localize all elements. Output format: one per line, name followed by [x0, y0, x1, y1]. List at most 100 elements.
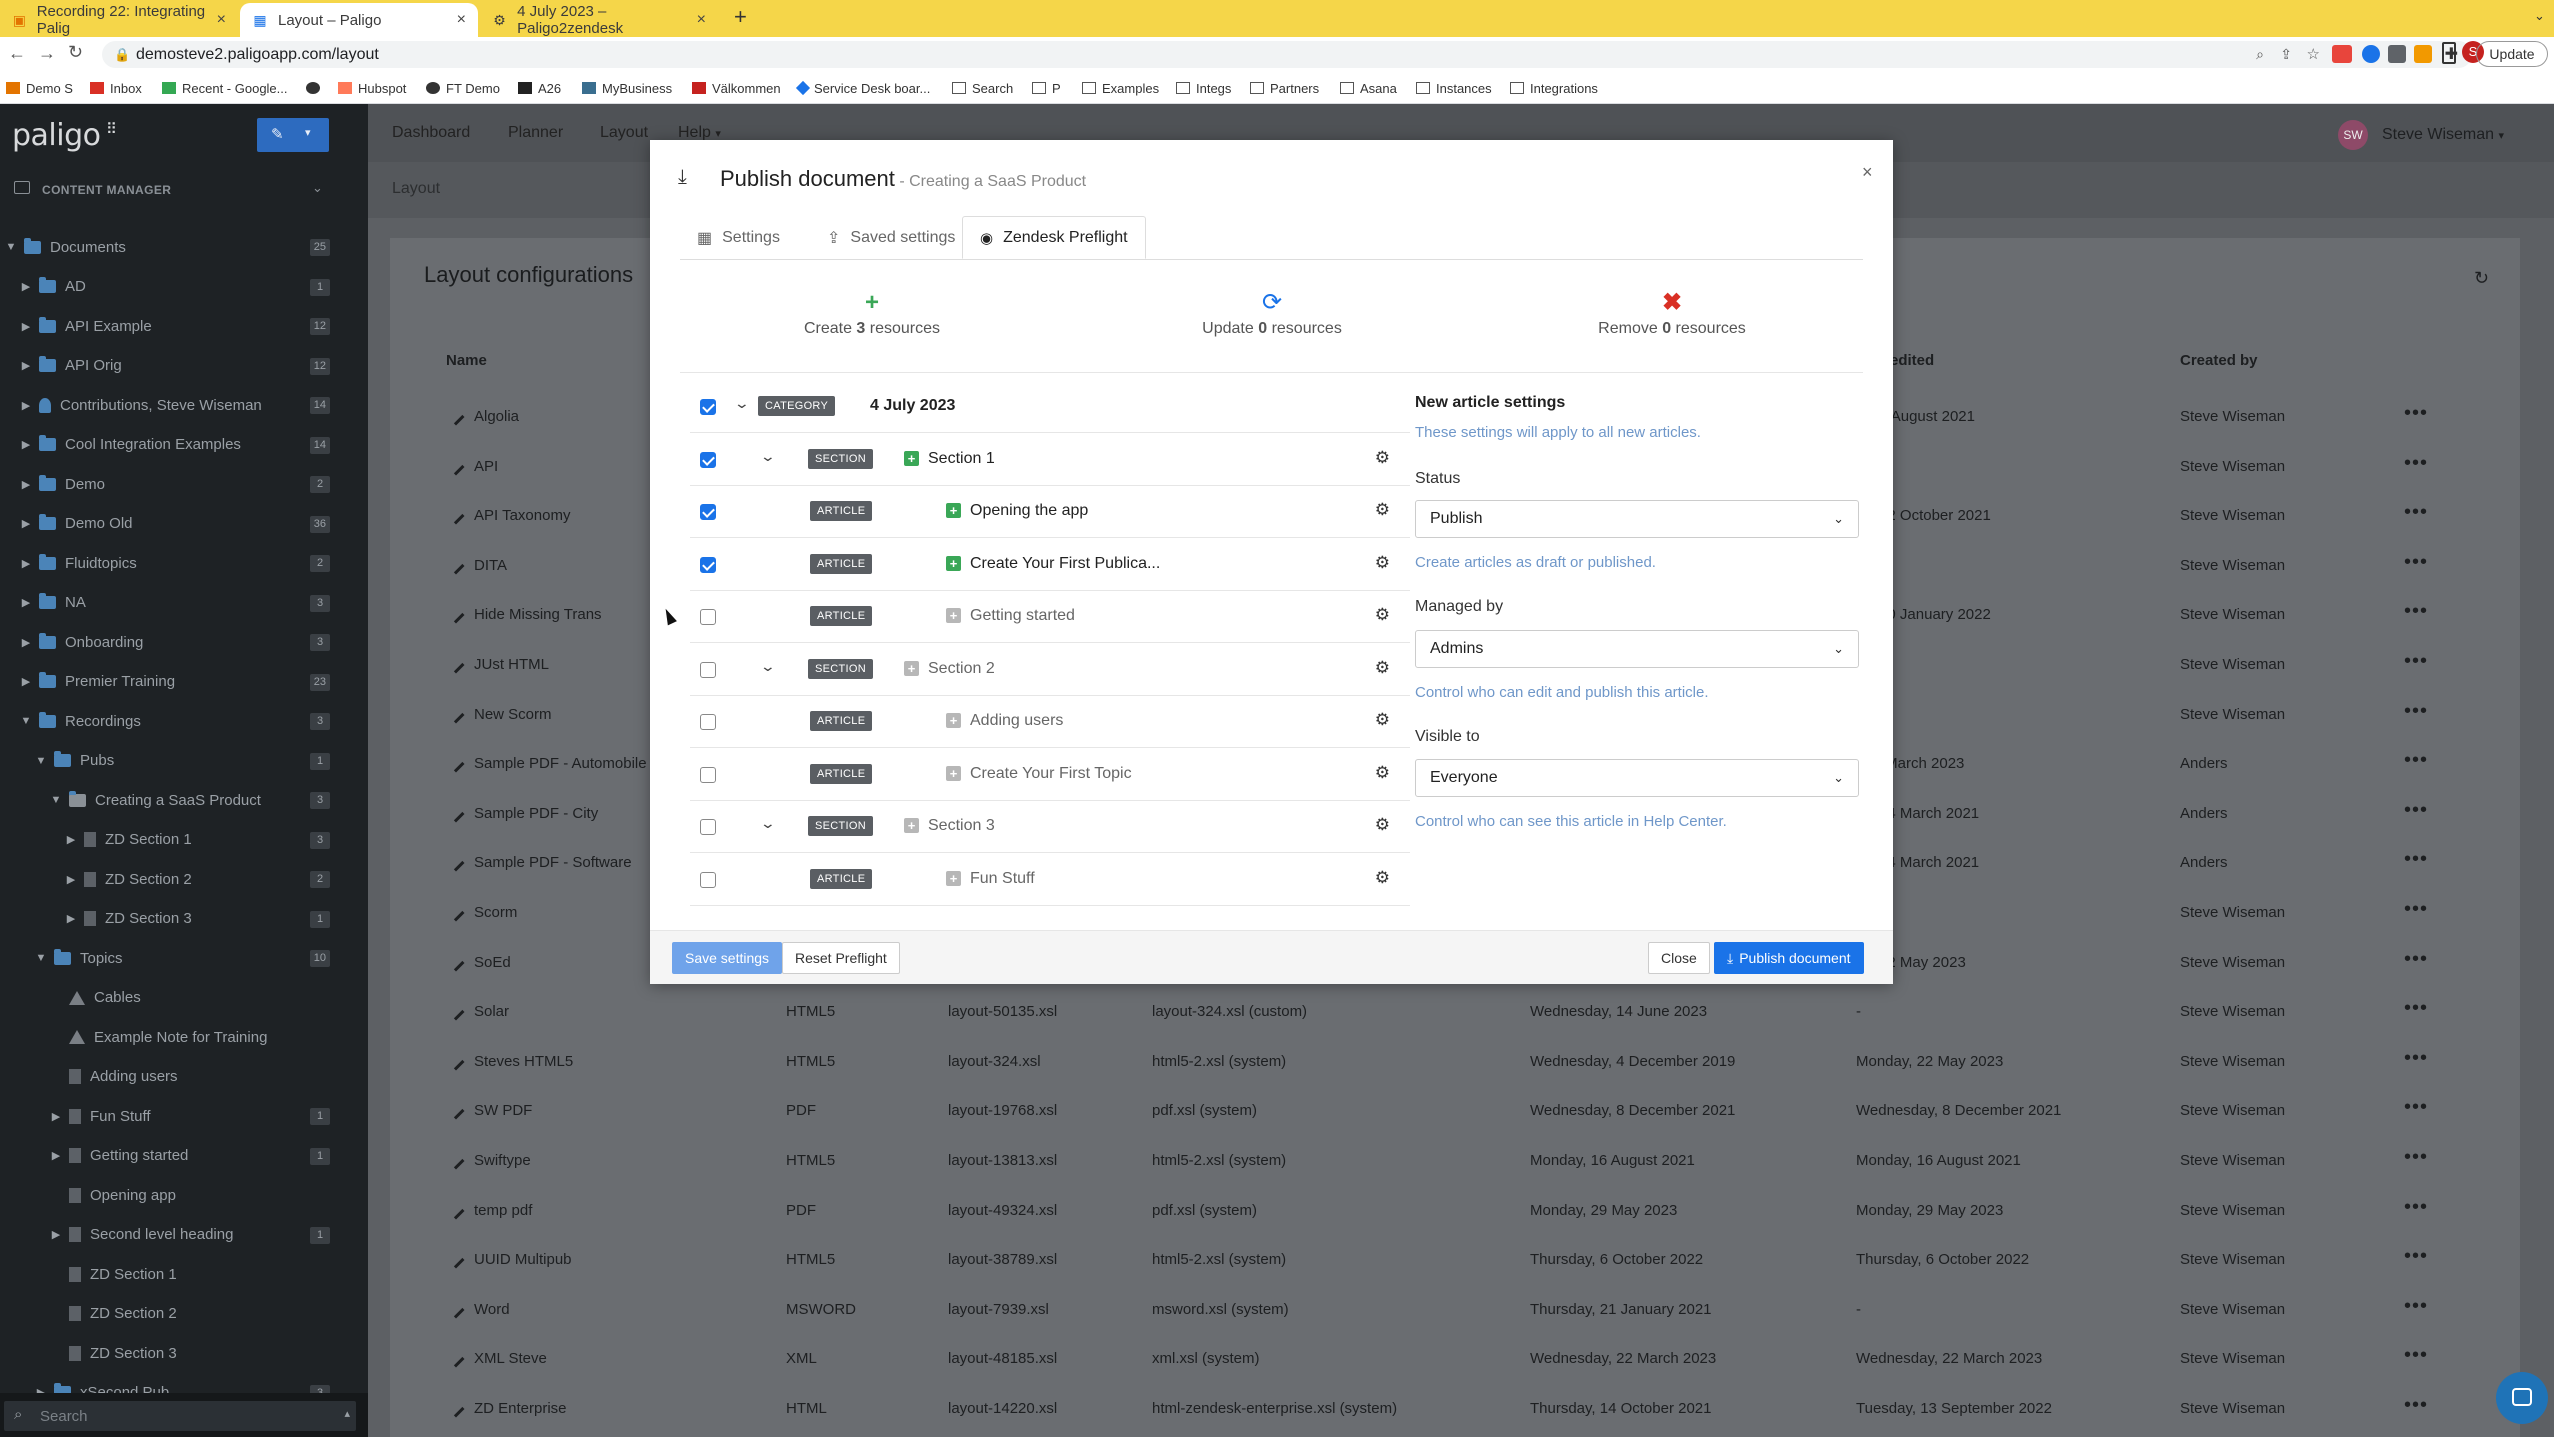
row-actions-icon[interactable]: •••	[2404, 898, 2428, 921]
layout-name[interactable]: Sample PDF - Automobile	[474, 755, 647, 772]
row-checkbox[interactable]	[700, 661, 716, 678]
row-edit[interactable]	[447, 1400, 474, 1419]
chevron-down-icon[interactable]: ⌄	[760, 815, 776, 832]
row-checkbox[interactable]	[700, 504, 716, 520]
layout-name[interactable]: Word	[474, 1301, 510, 1318]
layout-name[interactable]: SoEd	[474, 954, 511, 971]
expand-down-icon[interactable]: ▼	[4, 241, 18, 253]
edit-icon[interactable]	[447, 606, 465, 624]
row-actions-icon[interactable]: •••	[2404, 700, 2428, 723]
row-edit[interactable]	[447, 606, 474, 625]
expand-right-icon[interactable]: ▶	[19, 478, 33, 491]
layout-name[interactable]: UUID Multipub	[474, 1251, 572, 1268]
row-actions-icon[interactable]: •••	[2404, 997, 2428, 1020]
edit-icon[interactable]	[447, 1102, 465, 1120]
edit-icon[interactable]	[447, 1053, 465, 1071]
layout-name[interactable]: JUst HTML	[474, 656, 549, 673]
user-menu[interactable]: Steve Wiseman ▾	[2382, 126, 2504, 144]
paligo-logo[interactable]: paligo	[12, 118, 101, 153]
expand-right-icon[interactable]: ▶	[49, 1228, 63, 1241]
row-edit[interactable]	[447, 1251, 474, 1270]
gear-icon[interactable]: ⚙	[1375, 658, 1390, 678]
bookmark-folder[interactable]: P	[1032, 78, 1061, 98]
row-checkbox[interactable]	[700, 871, 716, 888]
sidebar-item[interactable]: Adding users	[0, 1058, 368, 1096]
status-select[interactable]: Publish ⌄	[1415, 500, 1859, 538]
expand-right-icon[interactable]: ▶	[19, 636, 33, 649]
edit-icon[interactable]	[447, 1003, 465, 1021]
row-edit[interactable]	[447, 706, 474, 725]
chevron-up-icon[interactable]: ▴	[344, 1407, 350, 1420]
edit-icon[interactable]	[447, 458, 465, 476]
sidebar-item[interactable]: ▶ API Example 12	[0, 307, 368, 345]
row-actions-icon[interactable]: •••	[2404, 948, 2428, 971]
row-checkbox[interactable]	[700, 399, 716, 415]
forward-icon[interactable]: →	[38, 43, 56, 64]
expand-down-icon[interactable]: ▼	[19, 715, 33, 727]
update-button[interactable]: Update	[2476, 41, 2548, 67]
sidepanel-icon[interactable]	[2442, 42, 2456, 64]
row-actions-icon[interactable]: •••	[2404, 600, 2428, 623]
edit-icon[interactable]	[447, 1350, 465, 1368]
layout-name[interactable]: ZD Enterprise	[474, 1400, 567, 1417]
row-checkbox[interactable]	[700, 609, 716, 625]
expand-right-icon[interactable]: ▶	[19, 557, 33, 570]
browser-tab[interactable]: ⚙ 4 July 2023 – Paligo2zendesk ×	[480, 3, 718, 37]
bookmark-folder[interactable]: Partners	[1250, 78, 1319, 98]
row-edit[interactable]	[447, 1053, 474, 1072]
url-input[interactable]: 🔒 demosteve2.paligoapp.com/layout ⌕ ⇪ ☆ …	[102, 41, 2472, 68]
create-button[interactable]: ✎ ▾	[257, 118, 329, 152]
tab-zendesk-preflight[interactable]: ◉ Zendesk Preflight	[962, 216, 1146, 259]
close-button[interactable]: Close	[1648, 942, 1710, 974]
save-settings-button[interactable]: Save settings	[672, 942, 783, 974]
row-actions-icon[interactable]: •••	[2404, 1344, 2428, 1367]
layout-name[interactable]: New Scorm	[474, 706, 552, 723]
layout-name[interactable]: Algolia	[474, 408, 519, 425]
reload-icon[interactable]: ↻	[68, 42, 83, 63]
sidebar-item[interactable]: ▶ Contributions, Steve Wiseman 14	[0, 386, 368, 424]
sidebar-item[interactable]: ▼ Recordings 3	[0, 702, 368, 740]
expand-right-icon[interactable]: ▶	[64, 912, 78, 925]
sidebar-item[interactable]: ▶ ZD Section 2 2	[0, 860, 368, 898]
row-edit[interactable]	[447, 1301, 474, 1320]
sidebar-item[interactable]: ▶ Getting started 1	[0, 1137, 368, 1175]
extension-icon[interactable]	[2414, 45, 2432, 63]
edit-icon[interactable]	[447, 1152, 465, 1170]
new-tab-button[interactable]: +	[734, 4, 747, 30]
expand-right-icon[interactable]: ▶	[19, 517, 33, 530]
visible-to-select[interactable]: Everyone ⌄	[1415, 759, 1859, 797]
row-edit[interactable]	[447, 507, 474, 526]
sidebar-item[interactable]: ▼ Documents 25	[0, 228, 368, 266]
tab-saved-settings[interactable]: ⇪ Saved settings	[810, 216, 972, 259]
bookmark-folder[interactable]: Examples	[1082, 78, 1159, 98]
gear-icon[interactable]: ⚙	[1375, 710, 1390, 730]
row-checkbox[interactable]	[700, 451, 716, 468]
edit-icon[interactable]	[447, 1202, 465, 1220]
close-tab-icon[interactable]: ×	[457, 11, 466, 29]
expand-right-icon[interactable]: ▶	[49, 1110, 63, 1123]
content-manager-header[interactable]: CONTENT MANAGER ⌄	[0, 172, 368, 208]
layout-name[interactable]: Sample PDF - City	[474, 805, 598, 822]
bookmark[interactable]: MyBusiness	[582, 78, 672, 98]
layout-name[interactable]: XML Steve	[474, 1350, 547, 1367]
reset-preflight-button[interactable]: Reset Preflight	[782, 942, 900, 974]
expand-down-icon[interactable]: ▼	[49, 794, 63, 806]
row-actions-icon[interactable]: •••	[2404, 1394, 2428, 1417]
sidebar-item[interactable]: Cables	[0, 979, 368, 1017]
row-edit[interactable]	[447, 1102, 474, 1121]
sidebar-item[interactable]: ▶ Fluidtopics 2	[0, 544, 368, 582]
layout-name[interactable]: Solar	[474, 1003, 509, 1020]
layout-name[interactable]: SW PDF	[474, 1102, 532, 1119]
edit-icon[interactable]	[447, 706, 465, 724]
edit-icon[interactable]	[447, 557, 465, 575]
edit-icon[interactable]	[447, 1251, 465, 1269]
row-actions-icon[interactable]: •••	[2404, 551, 2428, 574]
close-tab-icon[interactable]: ×	[697, 11, 706, 29]
sidebar-item[interactable]: ▶ ZD Section 3 1	[0, 900, 368, 938]
zoom-icon[interactable]: ⌕	[2256, 41, 2264, 68]
bookmark[interactable]	[306, 78, 326, 98]
sidebar-item[interactable]: ▶ Premier Training 23	[0, 663, 368, 701]
row-checkbox[interactable]	[700, 714, 716, 730]
bookmark[interactable]: FT Demo	[426, 78, 500, 98]
row-actions-icon[interactable]: •••	[2404, 1245, 2428, 1268]
